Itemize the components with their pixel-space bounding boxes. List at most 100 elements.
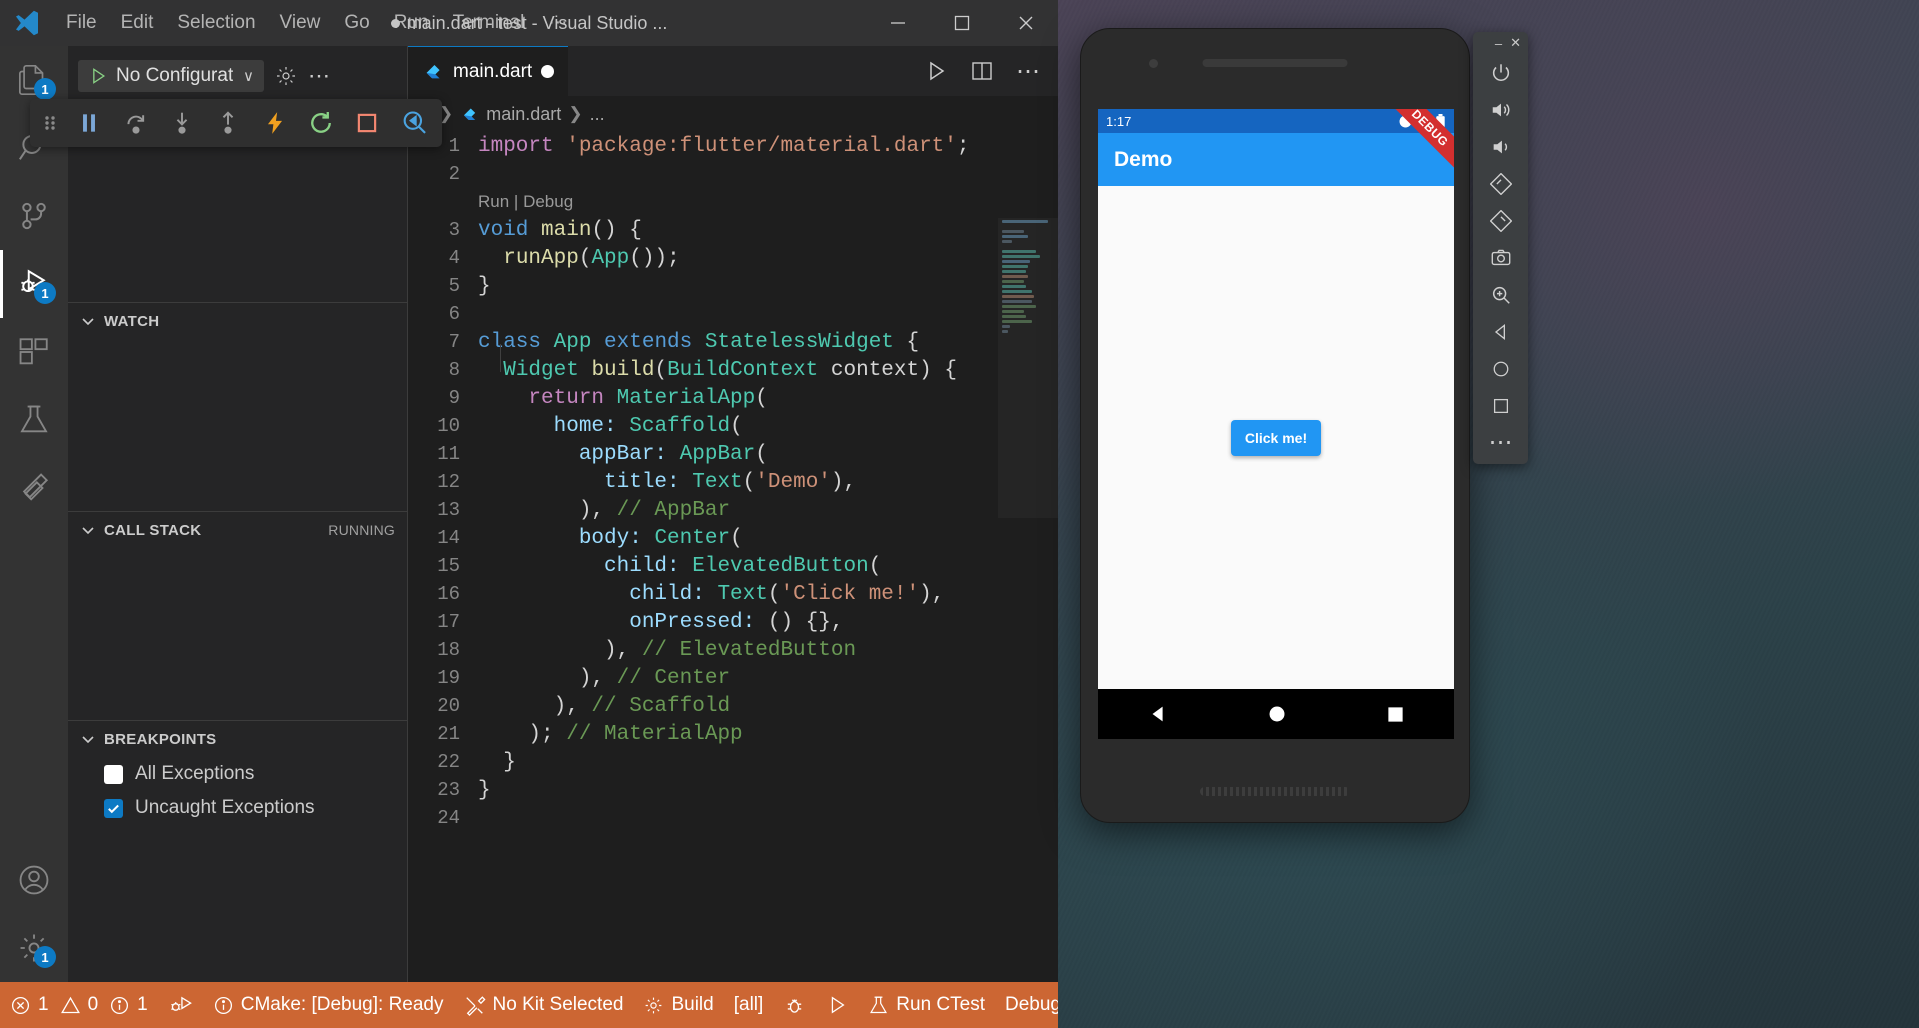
sidebar-item-accounts[interactable] — [0, 846, 68, 914]
code-line[interactable]: 3void main() { — [408, 216, 1058, 244]
emulator-rotate-left-button[interactable] — [1473, 165, 1528, 202]
sidebar-item-run-and-debug[interactable]: 1 — [0, 250, 68, 318]
code-line[interactable]: 24 — [408, 804, 1058, 832]
sidebar-item-extensions[interactable] — [0, 318, 68, 386]
menu-item-run[interactable]: Run — [382, 6, 441, 40]
status-cmake[interactable]: CMake: [Debug]: Ready — [203, 982, 454, 1028]
editor-more-actions-button[interactable]: ⋯ — [1008, 51, 1048, 91]
code-line[interactable]: 8 Widget build(BuildContext context) { — [408, 356, 1058, 384]
codelens-debug-link[interactable]: Debug — [523, 192, 573, 211]
tab-dirty-indicator-icon[interactable] — [541, 65, 554, 78]
code-line[interactable]: 7class App extends StatelessWidget { — [408, 328, 1058, 356]
minimize-button[interactable] — [866, 0, 930, 46]
recents-button[interactable] — [1386, 705, 1405, 724]
code-line[interactable]: 19 ), // Center — [408, 664, 1058, 692]
click-me-button[interactable]: Click me! — [1231, 420, 1321, 456]
emulator-home-button[interactable] — [1473, 350, 1528, 387]
code-line[interactable]: 10 home: Scaffold( — [408, 412, 1058, 440]
menu-item-more[interactable]: ··· — [536, 6, 579, 40]
code-line[interactable]: 9 return MaterialApp( — [408, 384, 1058, 412]
breadcrumb-item-1[interactable]: main.dart — [486, 104, 561, 125]
code-line[interactable]: 5} — [408, 272, 1058, 300]
code-line[interactable]: 6 — [408, 300, 1058, 328]
status-debug-target[interactable] — [158, 982, 203, 1028]
call-stack-header[interactable]: CALL STACK RUNNING — [68, 512, 407, 548]
code-line[interactable]: 18 ), // ElevatedButton — [408, 636, 1058, 664]
step-into-button[interactable] — [160, 103, 204, 143]
code-line[interactable]: 11 appBar: AppBar( — [408, 440, 1058, 468]
status-cmake-debug[interactable] — [773, 982, 816, 1028]
code-lines[interactable]: 1import 'package:flutter/material.dart';… — [408, 132, 1058, 832]
status-build-target[interactable]: [all] — [724, 982, 774, 1028]
emulator-back-button[interactable] — [1473, 313, 1528, 350]
emulator-power-button[interactable] — [1473, 54, 1528, 91]
menu-item-view[interactable]: View — [268, 6, 333, 40]
run-file-button[interactable] — [916, 51, 956, 91]
step-over-button[interactable] — [113, 103, 157, 143]
code-editor[interactable]: 1import 'package:flutter/material.dart';… — [408, 132, 1058, 982]
run-config-gear-icon[interactable] — [274, 64, 298, 88]
hot-reload-button[interactable] — [252, 103, 296, 143]
sidebar-item-source-control[interactable] — [0, 182, 68, 250]
window-controls[interactable] — [866, 0, 1058, 46]
status-debug-my-code[interactable]: Debug my co — [995, 982, 1058, 1028]
code-line[interactable]: 12 title: Text('Demo'), — [408, 468, 1058, 496]
code-line[interactable]: 23} — [408, 776, 1058, 804]
code-line[interactable]: 4 runApp(App()); — [408, 244, 1058, 272]
step-out-button[interactable] — [206, 103, 250, 143]
back-button[interactable] — [1147, 703, 1169, 725]
close-button[interactable] — [994, 0, 1058, 46]
sidebar-item-flutter[interactable] — [0, 454, 68, 522]
code-line[interactable]: 15 child: ElevatedButton( — [408, 552, 1058, 580]
emulator-zoom-button[interactable] — [1473, 276, 1528, 313]
breakpoint-row-uncaught-exceptions[interactable]: Uncaught Exceptions — [68, 791, 407, 825]
emulator-volume-up-button[interactable] — [1473, 91, 1528, 128]
codelens-run-link[interactable]: Run — [478, 192, 509, 211]
emulator-volume-down-button[interactable] — [1473, 128, 1528, 165]
menu-item-selection[interactable]: Selection — [165, 6, 267, 40]
code-line[interactable]: 1import 'package:flutter/material.dart'; — [408, 132, 1058, 160]
code-line[interactable]: 22 } — [408, 748, 1058, 776]
status-build-button[interactable]: Build — [633, 982, 723, 1028]
sidebar-item-manage-settings[interactable]: 1 — [0, 914, 68, 982]
breakpoint-row-all-exceptions[interactable]: All Exceptions — [68, 757, 407, 791]
maximize-button[interactable] — [930, 0, 994, 46]
code-line[interactable]: 17 onPressed: () {}, — [408, 608, 1058, 636]
emulator-minimize-button[interactable]: – — [1495, 36, 1502, 51]
grip-icon[interactable] — [36, 103, 65, 143]
tab-main-dart[interactable]: main.dart — [408, 46, 568, 96]
status-kit-selector[interactable]: No Kit Selected — [454, 982, 634, 1028]
emulator-close-button[interactable]: ✕ — [1510, 35, 1521, 51]
stop-button[interactable] — [345, 103, 389, 143]
emulator-screenshot-button[interactable] — [1473, 239, 1528, 276]
code-line[interactable]: 14 body: Center( — [408, 524, 1058, 552]
status-cmake-launch[interactable] — [816, 982, 858, 1028]
emulator-more-button[interactable]: ⋯ — [1473, 424, 1528, 461]
emulator-screen[interactable]: 1:17 Demo — [1098, 109, 1454, 739]
run-config-dropdown[interactable]: No Configurat ∨ — [78, 60, 264, 92]
menu-item-file[interactable]: File — [54, 6, 109, 40]
code-line[interactable]: 21 ); // MaterialApp — [408, 720, 1058, 748]
code-line[interactable]: 20 ), // Scaffold — [408, 692, 1058, 720]
uncaught-exceptions-checkbox[interactable] — [104, 799, 123, 818]
menu-item-go[interactable]: Go — [332, 6, 381, 40]
home-button[interactable] — [1267, 704, 1287, 724]
breadcrumb-item-2[interactable]: ... — [590, 104, 605, 125]
hot-restart-button[interactable] — [299, 103, 343, 143]
code-line[interactable]: 13 ), // AppBar — [408, 496, 1058, 524]
minimap-slider[interactable] — [998, 218, 1058, 518]
watch-header[interactable]: WATCH — [68, 303, 407, 339]
sidebar-item-testing[interactable] — [0, 386, 68, 454]
code-line[interactable]: 16 child: Text('Click me!'), — [408, 580, 1058, 608]
widget-inspector-icon[interactable] — [392, 103, 436, 143]
menu-item-terminal[interactable]: Terminal — [441, 6, 537, 40]
all-exceptions-checkbox[interactable] — [104, 765, 123, 784]
breakpoints-header[interactable]: BREAKPOINTS — [68, 721, 407, 757]
emulator-rotate-right-button[interactable] — [1473, 202, 1528, 239]
emulator-overview-button[interactable] — [1473, 387, 1528, 424]
menu-item-edit[interactable]: Edit — [109, 6, 166, 40]
menu-bar[interactable]: File Edit Selection View Go Run Terminal… — [54, 6, 579, 40]
pause-button[interactable] — [67, 103, 111, 143]
code-line[interactable]: 2 — [408, 160, 1058, 188]
status-run-ctest[interactable]: Run CTest — [858, 982, 995, 1028]
